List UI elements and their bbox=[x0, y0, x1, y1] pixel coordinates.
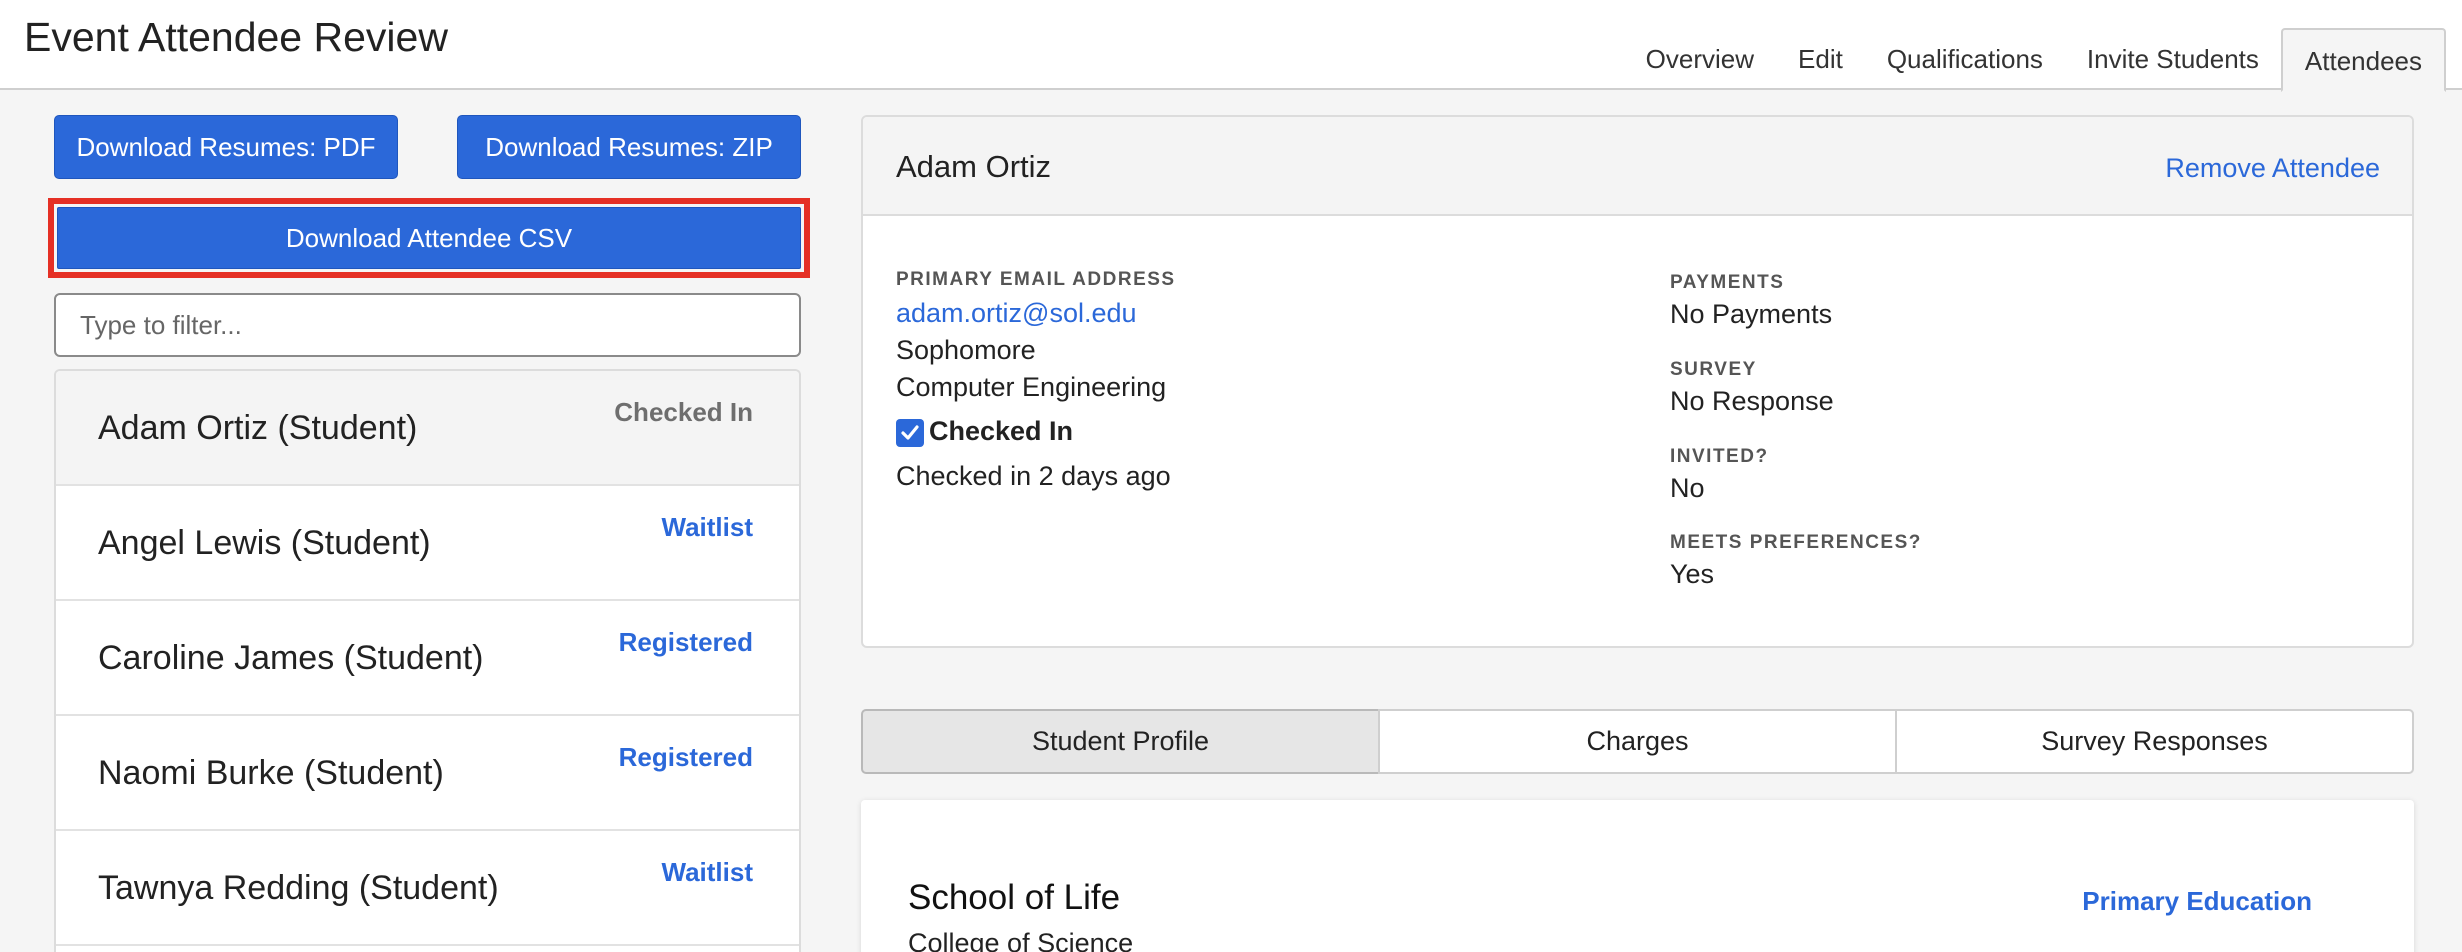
tab-attendees[interactable]: Attendees bbox=[2280, 28, 2446, 92]
status-badge: Checked In bbox=[614, 397, 753, 427]
preferences-label: MEETS PREFERENCES? bbox=[1670, 532, 1922, 553]
tab-charges[interactable]: Charges bbox=[1378, 709, 1897, 774]
checked-in-checkbox[interactable] bbox=[896, 419, 924, 447]
payments-label: PAYMENTS bbox=[1670, 272, 1785, 293]
download-attendee-csv-button[interactable]: Download Attendee CSV bbox=[57, 207, 801, 269]
list-item[interactable]: Angel Lewis (Student) Waitlist bbox=[56, 486, 799, 601]
email-label: PRIMARY EMAIL ADDRESS bbox=[896, 269, 1176, 290]
status-badge: Registered bbox=[618, 627, 753, 657]
remove-attendee-link[interactable]: Remove Attendee bbox=[2165, 153, 2380, 184]
profile-tabs: Student Profile Charges Survey Responses bbox=[861, 709, 2414, 774]
invited-label: INVITED? bbox=[1670, 446, 1769, 467]
list-item[interactable]: Naomi Burke (Student) Registered bbox=[56, 716, 799, 831]
tab-invite-students[interactable]: Invite Students bbox=[2065, 30, 2281, 90]
checked-in-label: Checked In bbox=[929, 416, 1074, 446]
attendee-name: Naomi Burke (Student) bbox=[98, 754, 444, 792]
attendee-name: Caroline James (Student) bbox=[98, 639, 484, 677]
download-resumes-pdf-button[interactable]: Download Resumes: PDF bbox=[54, 115, 398, 179]
email-link[interactable]: adam.ortiz@sol.edu bbox=[896, 298, 1137, 329]
list-item[interactable]: Caroline James (Student) Registered bbox=[56, 601, 799, 716]
student-profile-card: School of Life College of Science Primar… bbox=[861, 800, 2414, 952]
major: Computer Engineering bbox=[896, 372, 1167, 402]
nav-tabs: Overview Edit Qualifications Invite Stud… bbox=[1624, 28, 2446, 92]
preferences-value: Yes bbox=[1670, 559, 1715, 589]
survey-value: No Response bbox=[1670, 386, 1834, 416]
tab-qualifications[interactable]: Qualifications bbox=[1865, 30, 2065, 90]
status-badge: Waitlist bbox=[661, 857, 753, 887]
attendee-name: Angel Lewis (Student) bbox=[98, 524, 431, 562]
school-name: School of Life bbox=[908, 878, 1121, 917]
payments-value: No Payments bbox=[1670, 299, 1833, 329]
education-badge[interactable]: Primary Education bbox=[2082, 886, 2312, 917]
attendee-name: Tawnya Redding (Student) bbox=[98, 869, 499, 907]
attendee-detail-card: Adam Ortiz Remove Attendee PRIMARY EMAIL… bbox=[861, 115, 2414, 648]
list-item[interactable]: Tawnya Redding (Student) Waitlist bbox=[56, 831, 799, 946]
page-title: Event Attendee Review bbox=[24, 14, 448, 60]
status-badge: Registered bbox=[618, 742, 753, 772]
class-year: Sophomore bbox=[896, 335, 1036, 365]
invited-value: No bbox=[1670, 473, 1705, 503]
download-resumes-zip-button[interactable]: Download Resumes: ZIP bbox=[457, 115, 801, 179]
detail-header: Adam Ortiz Remove Attendee bbox=[863, 117, 2412, 216]
tab-edit[interactable]: Edit bbox=[1776, 30, 1865, 90]
college-name: College of Science bbox=[908, 928, 1134, 952]
attendee-list: Adam Ortiz (Student) Checked In Angel Le… bbox=[54, 369, 801, 952]
tab-survey-responses[interactable]: Survey Responses bbox=[1895, 709, 2414, 774]
filter-input[interactable] bbox=[54, 293, 801, 357]
list-item[interactable]: Adam Ortiz (Student) Checked In bbox=[56, 371, 799, 486]
attendee-name: Adam Ortiz (Student) bbox=[98, 409, 418, 447]
attendee-detail-name: Adam Ortiz bbox=[896, 149, 1052, 184]
checked-in-time: Checked in 2 days ago bbox=[896, 461, 1171, 491]
tab-overview[interactable]: Overview bbox=[1624, 30, 1776, 90]
checkmark-icon bbox=[901, 425, 919, 440]
tab-student-profile[interactable]: Student Profile bbox=[861, 709, 1380, 774]
survey-label: SURVEY bbox=[1670, 359, 1757, 380]
status-badge: Waitlist bbox=[661, 512, 753, 542]
page-header: Event Attendee Review Overview Edit Qual… bbox=[0, 0, 2462, 92]
